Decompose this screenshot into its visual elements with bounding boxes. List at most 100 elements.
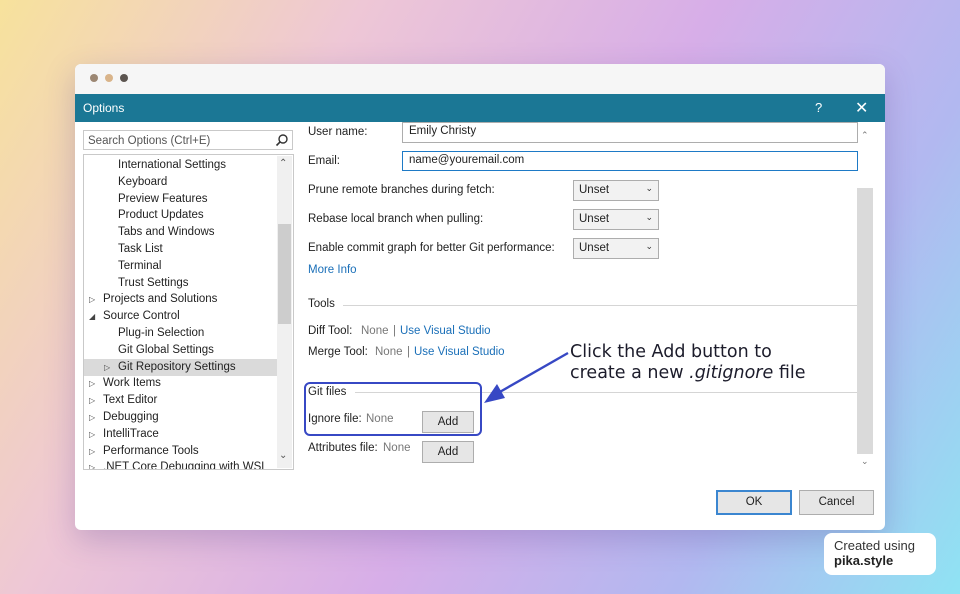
diff-tool-value: None — [361, 325, 389, 337]
window-chrome — [75, 64, 885, 94]
tree-item-label: Git Repository Settings — [118, 360, 236, 373]
tree-item-label: Plug-in Selection — [118, 327, 205, 339]
tree-item[interactable]: Tabs and Windows — [84, 224, 277, 241]
collapsed-arrow-icon[interactable]: ▷ — [89, 459, 95, 469]
tree-item[interactable]: Terminal — [84, 258, 277, 275]
search-input[interactable] — [84, 132, 274, 150]
tree-item[interactable]: Keyboard — [84, 174, 277, 191]
scroll-down-icon[interactable]: ⌄ — [279, 450, 287, 461]
prune-select[interactable]: Unset ⌄ — [573, 180, 659, 201]
tree-item[interactable]: Preview Features — [84, 191, 277, 208]
search-box[interactable] — [83, 130, 293, 150]
tree-item-label: Work Items — [103, 377, 161, 390]
diff-tool-separator: | — [393, 325, 396, 337]
dialog-title: Options — [83, 101, 125, 115]
tree-item-label: International Settings — [118, 159, 227, 171]
merge-tool-separator: | — [407, 346, 410, 358]
merge-tool-value: None — [375, 346, 403, 358]
tree-item[interactable]: International Settings — [84, 157, 277, 174]
tools-divider — [343, 305, 857, 306]
callout-line-2-italic: .gitignore — [689, 363, 774, 383]
collapsed-arrow-icon[interactable]: ▷ — [89, 392, 95, 409]
scroll-down-icon[interactable]: ⌄ — [861, 456, 869, 467]
tree-item-label: Terminal — [118, 259, 162, 272]
commit-graph-select[interactable]: Unset ⌄ — [573, 238, 659, 259]
tree-item[interactable]: ▷ IntelliTrace — [84, 426, 277, 443]
attributes-file-add-button[interactable]: Add — [422, 441, 474, 463]
tree-item-label: Text Editor — [103, 394, 158, 407]
collapsed-arrow-icon[interactable]: ▷ — [89, 291, 95, 308]
callout-arrow-icon — [484, 351, 569, 403]
callout-annotation: Click the Add button to create a new .gi… — [570, 342, 805, 384]
tree-item[interactable]: Task List — [84, 241, 277, 258]
cancel-button[interactable]: Cancel — [799, 490, 874, 515]
tree-item[interactable]: Git Global Settings — [84, 342, 277, 359]
tree-item[interactable]: Product Updates — [84, 207, 277, 224]
pika-watermark[interactable]: Created using pika.style — [824, 533, 936, 575]
expanded-arrow-icon[interactable]: ◢ — [89, 308, 95, 325]
settings-scroll-thumb[interactable] — [857, 188, 873, 454]
collapsed-arrow-icon[interactable]: ▷ — [89, 409, 95, 426]
rebase-label: Rebase local branch when pulling: — [308, 213, 484, 225]
watermark-brand: pika.style — [834, 553, 894, 568]
search-icon[interactable] — [275, 133, 289, 147]
email-field[interactable]: name@youremail.com — [402, 151, 858, 171]
collapsed-arrow-icon[interactable]: ▷ — [104, 359, 110, 376]
tree-item[interactable]: ▷ Projects and Solutions — [84, 291, 277, 308]
options-tree[interactable]: ⌃ ⌄ International Settings Keyboard Previe… — [83, 154, 294, 470]
tree-item-label: Keyboard — [118, 175, 168, 188]
tree-item-label: Task List — [118, 243, 163, 255]
tree-scroll-thumb[interactable] — [278, 224, 291, 324]
tree-item-label: Tabs and Windows — [118, 226, 215, 239]
close-icon[interactable]: ✕ — [855, 98, 868, 118]
window-control-dot[interactable] — [90, 74, 98, 82]
diff-use-visual-studio-link[interactable]: Use Visual Studio — [400, 325, 491, 337]
tree-item-label: Projects and Solutions — [103, 293, 218, 306]
tree-item[interactable]: ▷ Git Repository Settings — [84, 358, 277, 376]
tree-item[interactable]: Plug-in Selection — [84, 325, 277, 342]
tree-item-label: Preview Features — [118, 192, 208, 205]
rebase-select-value: Unset — [579, 213, 610, 225]
tree-item-label: Performance Tools — [103, 444, 199, 457]
chevron-down-icon: ⌄ — [645, 241, 653, 251]
window-control-dot[interactable] — [120, 74, 128, 82]
help-icon[interactable]: ? — [815, 100, 822, 115]
tree-item-label: Git Global Settings — [118, 343, 214, 356]
settings-scrollbar[interactable]: ⌃ ⌄ — [857, 130, 873, 470]
commit-graph-select-value: Unset — [579, 242, 610, 254]
tree-item-label: Trust Settings — [118, 276, 189, 289]
tree-item[interactable]: ▷ Debugging — [84, 409, 277, 426]
rebase-select[interactable]: Unset ⌄ — [573, 209, 659, 230]
chevron-down-icon: ⌄ — [645, 212, 653, 222]
scroll-up-icon[interactable]: ⌃ — [861, 130, 869, 141]
collapsed-arrow-icon[interactable]: ▷ — [89, 443, 95, 460]
tree-item-label: Source Control — [103, 310, 180, 323]
callout-line-2-suffix: file — [773, 363, 806, 383]
tree-item[interactable]: ▷ Work Items — [84, 375, 277, 392]
tree-item-label: Debugging — [103, 411, 159, 423]
tree-item[interactable]: ▷ Text Editor — [84, 392, 277, 409]
tree-item[interactable]: ◢ Source Control — [84, 308, 277, 325]
callout-line-2-prefix: create a new — [570, 363, 690, 383]
tree-scrollbar[interactable]: ⌃ ⌄ — [277, 156, 292, 468]
collapsed-arrow-icon[interactable]: ▷ — [89, 426, 95, 443]
merge-tool-label: Merge Tool: — [308, 346, 368, 358]
window-control-dot[interactable] — [105, 74, 113, 82]
tree-item[interactable]: ▷ .NET Core Debugging with WSL — [84, 459, 277, 470]
user-name-field[interactable]: Emily Christy — [402, 122, 858, 143]
tree-item-label: .NET Core Debugging with WSL — [103, 461, 268, 470]
title-bar: Options ? ✕ — [75, 94, 885, 122]
scroll-up-icon[interactable]: ⌃ — [279, 158, 287, 169]
collapsed-arrow-icon[interactable]: ▷ — [89, 375, 95, 392]
more-info-link[interactable]: More Info — [308, 264, 357, 276]
diff-tool-label: Diff Tool: — [308, 325, 353, 337]
callout-line-1: Click the Add button to — [570, 342, 772, 362]
options-dialog: Options ? ✕ ⌃ ⌄ International Settings Ke… — [75, 64, 885, 530]
ok-button[interactable]: OK — [716, 490, 792, 515]
user-name-label: User name: — [308, 126, 368, 138]
tree-item[interactable]: Trust Settings — [84, 275, 277, 292]
add-button-highlight — [304, 382, 482, 436]
tree-item[interactable]: ▷ Performance Tools — [84, 443, 277, 460]
tools-section-heading: Tools — [308, 298, 335, 310]
attributes-file-label: Attributes file: — [308, 442, 378, 454]
